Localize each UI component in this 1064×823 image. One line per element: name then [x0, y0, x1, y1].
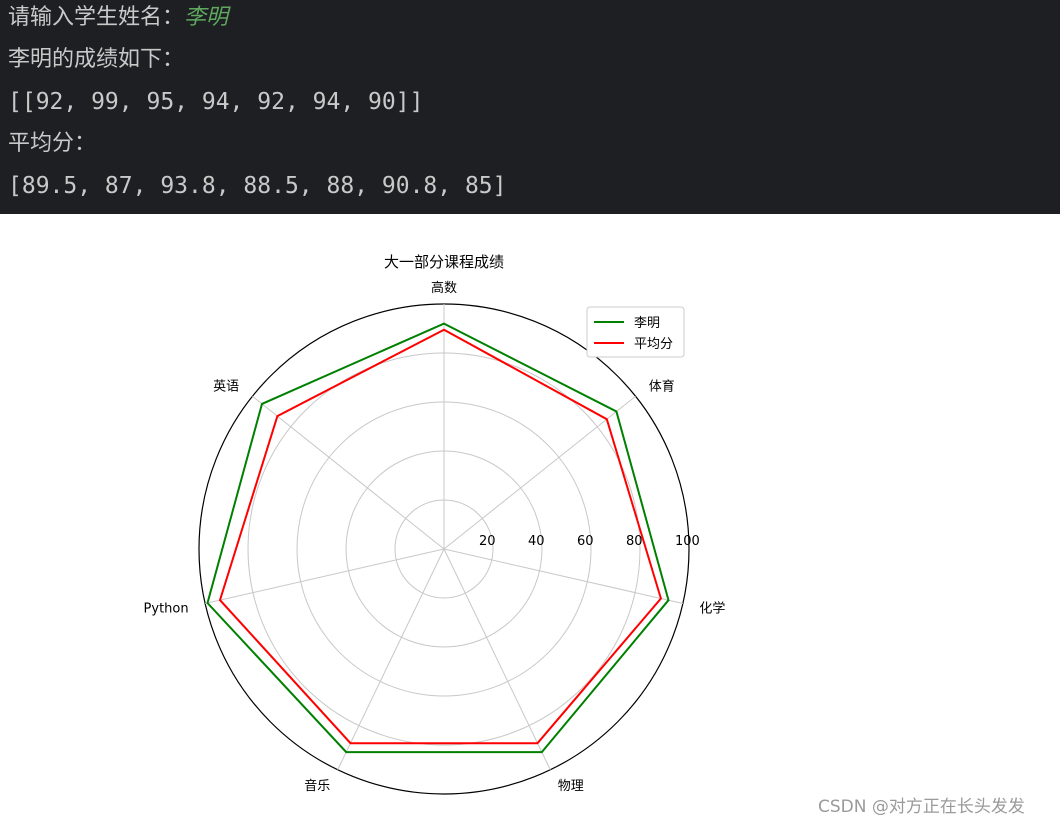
series-line	[206, 322, 670, 754]
average-header: 平均分：	[8, 131, 97, 156]
average-value: [89.5, 87, 93.8, 88.5, 88, 90.8, 85]	[8, 173, 507, 199]
radial-tick-label: 20	[479, 534, 496, 549]
category-label: 英语	[213, 380, 239, 395]
prompt-label: 请输入学生姓名：	[8, 5, 185, 30]
watermark: CSDN @对方正在长头发发	[818, 797, 1025, 817]
input-prompt-line: 请输入学生姓名：李明	[8, 3, 228, 33]
category-label: Python	[144, 601, 189, 616]
category-label: 物理	[558, 779, 584, 794]
grid-spoke	[443, 548, 551, 770]
radial-tick-label: 100	[675, 534, 700, 549]
category-label: 音乐	[304, 778, 330, 794]
radar-grid	[198, 303, 690, 795]
radial-tick-label: 60	[577, 534, 594, 549]
prompt-input-value: 李明	[184, 5, 229, 30]
grid-spoke	[205, 548, 445, 605]
legend-label: 李明	[634, 316, 660, 331]
grid-spoke	[337, 548, 445, 770]
legend-label: 平均分	[634, 337, 673, 352]
radial-tick-label: 40	[528, 534, 545, 549]
radar-series	[206, 322, 670, 754]
category-label: 高数	[431, 280, 457, 296]
scores-header: 李明的成绩如下：	[8, 47, 185, 72]
series-line	[218, 328, 663, 745]
radar-chart: 大一部分课程成绩 高数体育化学物理音乐Python英语 20 40 60 80 100 …	[144, 253, 725, 795]
category-label: 化学	[699, 600, 725, 616]
chart-title: 大一部分课程成绩	[384, 253, 504, 271]
radial-tick-label: 80	[626, 534, 643, 549]
terminal-output: 请输入学生姓名：李明 李明的成绩如下： [[92, 99, 95, 94, 92…	[0, 0, 1060, 214]
grid-spoke	[443, 548, 683, 605]
radial-tick-labels: 20 40 60 80 100	[479, 534, 700, 549]
legend: 李明平均分	[586, 306, 685, 358]
category-label: 体育	[649, 379, 675, 395]
scores-value: [[92, 99, 95, 94, 92, 94, 90]]	[8, 89, 424, 115]
